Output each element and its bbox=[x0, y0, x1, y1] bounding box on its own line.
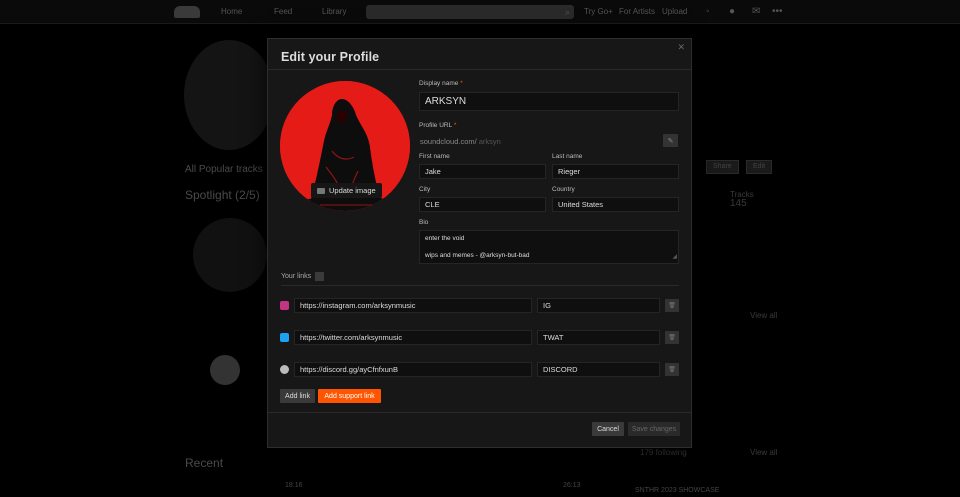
player-bar: 18:16 26:13 SNTHR 2023 SHOWCASE bbox=[185, 478, 795, 497]
spotlight-artwork bbox=[193, 218, 267, 292]
profile-url-input[interactable]: soundcloud.com/ arksyn bbox=[419, 134, 659, 149]
player-track-title: SNTHR 2023 SHOWCASE bbox=[635, 487, 720, 494]
more-icon[interactable]: ••• bbox=[772, 6, 783, 17]
edit-button[interactable]: Edit bbox=[746, 160, 773, 174]
user-avatar-icon[interactable]: ◦ bbox=[706, 6, 710, 17]
profile-url-value: arksyn bbox=[478, 137, 501, 146]
for-artists-link[interactable]: For Artists bbox=[619, 7, 655, 16]
city-label: City bbox=[419, 186, 431, 193]
stats-value: 145 bbox=[730, 198, 747, 209]
link-url-input[interactable]: https://discord.gg/ayCfnfxunB bbox=[294, 362, 532, 377]
last-name-label: Last name bbox=[552, 153, 583, 160]
links-divider bbox=[281, 285, 679, 286]
link-title-value: IG bbox=[543, 301, 551, 310]
resize-handle-icon[interactable]: ◢ bbox=[672, 253, 677, 262]
link-url-value: https://instagram.com/arksynmusic bbox=[300, 301, 416, 310]
link-icon bbox=[280, 365, 289, 374]
city-input[interactable]: CLE bbox=[419, 197, 546, 212]
first-name-label: First name bbox=[419, 153, 450, 160]
edit-profile-modal: ✕ Edit your Profile Update image Display… bbox=[267, 38, 692, 448]
profile-avatar-bg bbox=[184, 40, 274, 150]
country-value: United States bbox=[558, 200, 604, 209]
bio-line-2: wips and memes - @arksyn-but-bad bbox=[425, 252, 530, 260]
nav-library[interactable]: Library bbox=[322, 7, 346, 16]
spotlight-heading: Spotlight (2/5) bbox=[185, 188, 260, 202]
edit-url-pencil-icon[interactable]: ✎ bbox=[663, 134, 678, 147]
link-title-value: DISCORD bbox=[543, 365, 578, 374]
profile-url-label-text: Profile URL bbox=[419, 122, 452, 129]
nav-home[interactable]: Home bbox=[221, 7, 242, 16]
following-count: 179 following bbox=[640, 448, 687, 457]
title-divider bbox=[268, 69, 691, 70]
city-value: CLE bbox=[425, 200, 440, 209]
display-name-input[interactable]: ARKSYN bbox=[419, 92, 679, 111]
bio-label: Bio bbox=[419, 219, 429, 226]
link-title-input[interactable]: TWAT bbox=[537, 330, 660, 345]
save-changes-button[interactable]: Save changes bbox=[628, 422, 680, 436]
add-support-link-button[interactable]: Add support link bbox=[318, 389, 381, 403]
recent-heading: Recent bbox=[185, 456, 224, 470]
update-image-label: Update image bbox=[329, 186, 376, 195]
nav-feed[interactable]: Feed bbox=[274, 7, 292, 16]
delete-link-icon[interactable]: 🗑 bbox=[665, 363, 679, 376]
delete-link-icon[interactable]: 🗑 bbox=[665, 331, 679, 344]
link-title-input[interactable]: IG bbox=[537, 298, 660, 313]
link-url-value: https://discord.gg/ayCfnfxunB bbox=[300, 365, 398, 374]
camera-icon bbox=[317, 187, 325, 194]
first-name-input[interactable]: Jake bbox=[419, 164, 546, 179]
link-url-value: https://twitter.com/arksynmusic bbox=[300, 333, 403, 342]
first-name-value: Jake bbox=[425, 167, 441, 176]
link-title-input[interactable]: DISCORD bbox=[537, 362, 660, 377]
link-url-input[interactable]: https://instagram.com/arksynmusic bbox=[294, 298, 532, 313]
help-icon[interactable] bbox=[315, 272, 325, 281]
link-url-input[interactable]: https://twitter.com/arksynmusic bbox=[294, 330, 532, 345]
soundcloud-logo[interactable] bbox=[174, 6, 200, 18]
bio-textarea[interactable]: enter the void wips and memes - @arksyn-… bbox=[419, 230, 679, 264]
update-image-button[interactable]: Update image bbox=[311, 183, 382, 198]
bio-line-1: enter the void bbox=[425, 235, 465, 242]
footer-divider bbox=[268, 412, 691, 413]
play-button[interactable] bbox=[210, 355, 240, 385]
try-go-plus-link[interactable]: Try Go+ bbox=[584, 7, 613, 16]
top-navigation-bar: Home Feed Library ⌕ Try Go+ For Artists … bbox=[0, 0, 960, 24]
twitter-icon bbox=[280, 333, 289, 342]
search-icon[interactable]: ⌕ bbox=[565, 7, 570, 18]
add-link-button[interactable]: Add link bbox=[280, 389, 315, 403]
link-row-twitter: https://twitter.com/arksynmusic TWAT 🗑 bbox=[280, 330, 680, 345]
display-name-label-text: Display name bbox=[419, 80, 459, 87]
search-input[interactable]: ⌕ bbox=[366, 5, 574, 19]
upload-link[interactable]: Upload bbox=[662, 7, 687, 16]
link-row-discord: https://discord.gg/ayCfnfxunB DISCORD 🗑 bbox=[280, 362, 680, 377]
your-links-text: Your links bbox=[281, 273, 312, 280]
notifications-icon[interactable]: ● bbox=[729, 6, 735, 17]
view-all-link[interactable]: View all bbox=[750, 311, 777, 320]
country-select[interactable]: United States bbox=[552, 197, 679, 212]
required-mark: * bbox=[460, 80, 463, 87]
instagram-icon bbox=[280, 301, 289, 310]
display-name-label: Display name * bbox=[419, 80, 463, 87]
view-all-link-2[interactable]: View all bbox=[750, 448, 777, 457]
last-name-input[interactable]: Rieger bbox=[552, 164, 679, 179]
profile-url-prefix: soundcloud.com/ bbox=[420, 137, 477, 146]
player-time-start: 18:16 bbox=[285, 482, 303, 489]
profile-tabs: All Popular tracks bbox=[185, 164, 263, 175]
required-mark: * bbox=[453, 122, 457, 129]
link-row-instagram: https://instagram.com/arksynmusic IG 🗑 bbox=[280, 298, 680, 313]
share-button[interactable]: Share bbox=[706, 160, 739, 174]
close-icon[interactable]: ✕ bbox=[677, 42, 685, 53]
cancel-button[interactable]: Cancel bbox=[592, 422, 624, 436]
messages-icon[interactable]: ✉ bbox=[752, 6, 760, 17]
display-name-value: ARKSYN bbox=[425, 96, 467, 107]
link-title-value: TWAT bbox=[543, 333, 564, 342]
country-label: Country bbox=[552, 186, 575, 193]
modal-title: Edit your Profile bbox=[281, 50, 380, 64]
your-links-label: Your links bbox=[281, 272, 325, 281]
player-time-end: 26:13 bbox=[563, 482, 581, 489]
profile-url-label: Profile URL * bbox=[419, 122, 456, 129]
delete-link-icon[interactable]: 🗑 bbox=[665, 299, 679, 312]
last-name-value: Rieger bbox=[558, 167, 581, 176]
